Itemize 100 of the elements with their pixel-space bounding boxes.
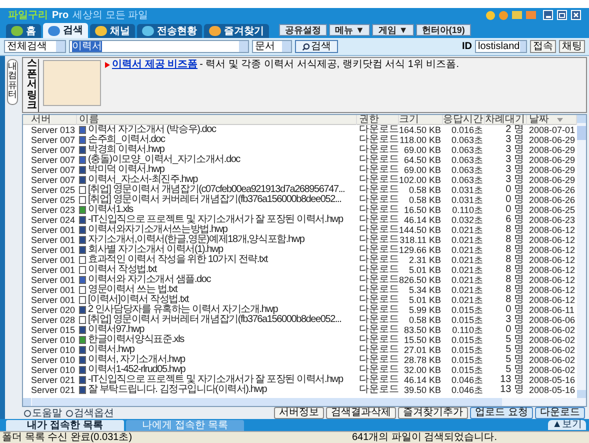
file-name[interactable]: [취업] 영문이력서 커버레터 개념잡기(fb376a156000b8dee052... (88, 195, 342, 205)
table-cell-text: 0.58 KB (408, 195, 442, 205)
file-name[interactable]: -IT신입직으로 프로젝트 및 자기소개서가 잘 포장된 이력서.hwp (88, 215, 343, 225)
table-cell-text: 2008-06-29 (528, 145, 576, 155)
tab-icon (11, 26, 23, 36)
file-name[interactable]: 효과적인 이력서 작성을 위한 10가지 전략.txt (88, 255, 268, 265)
table-cell-text: Server 007 (30, 165, 76, 175)
menu-button[interactable]: 게임 ▼ (372, 24, 414, 36)
tab[interactable]: 채널 (90, 24, 135, 38)
table-cell-text: 39.50 KB (402, 385, 442, 395)
table-cell-text: 0.021초 (450, 245, 484, 255)
table-cell-text: Server 010 (30, 335, 76, 345)
file-name[interactable]: (충돌)이모양_이력서_자기소개서.doc (88, 155, 240, 165)
side-tab[interactable]: 내컴퓨터 (7, 59, 18, 105)
file-name[interactable]: [이력서]이력서 작성법.txt (88, 295, 188, 305)
file-name[interactable]: 박경희 이력서.hwp (88, 145, 164, 155)
action-button[interactable]: 업로드 요청 (470, 407, 533, 419)
action-button[interactable]: 즐겨찾기추가 (398, 407, 468, 419)
action-button[interactable]: 서버정보 (274, 407, 324, 419)
table-cell-text: Server 001 (30, 275, 76, 285)
file-name[interactable]: 회사별 자기소개서 이력서(1).hwp (88, 245, 223, 255)
sponsor-text: - 력서 및 각종 이력서 서식제공, 랭키닷컴 서식 1위 비즈폼. (200, 59, 460, 70)
file-name[interactable]: [취업] 영문이력서 커버레터 개념잡기(fb376a156000b8dee052... (88, 315, 342, 325)
file-name[interactable]: 이력서97.hwp (88, 325, 144, 335)
table-cell-text: Server 021 (30, 385, 76, 395)
tab[interactable]: 검색 (43, 23, 88, 38)
menu-button[interactable]: 헌터아(19) (416, 24, 471, 36)
file-name[interactable]: 영문이력서 쓰는 법.txt (88, 285, 178, 295)
action-button[interactable]: 다운로드 (535, 407, 585, 419)
tab[interactable]: 전송현황 (137, 24, 202, 38)
column-header[interactable]: 차례대기 (485, 115, 527, 125)
table-cell-text: 8 명 (504, 265, 525, 275)
ad-thumbnail[interactable] (43, 60, 101, 106)
table-cell-text: 0.063초 (450, 155, 484, 165)
table-cell-text: 3 명 (504, 315, 525, 325)
table-cell-text: 0 명 (504, 305, 525, 315)
column-header[interactable]: 서버 (23, 115, 77, 125)
table-cell-text: 28.78 KB (402, 355, 442, 365)
table-cell-text: 0.031초 (450, 185, 484, 195)
table-cell-text: 6 명 (504, 215, 525, 225)
column-header[interactable]: 응답시간 (443, 115, 485, 125)
table-cell-text: 8 명 (504, 295, 525, 305)
table-cell-text: 다운로드 (358, 275, 399, 285)
file-name[interactable]: -IT신입직으로 프로젝트 및 자기소개서가 잘 포장된 이력서.hwp (88, 375, 343, 385)
arrow-icon (105, 62, 110, 68)
scope-select[interactable]: 전체검색 (4, 40, 66, 53)
table-cell-text: 2008-06-02 (528, 345, 576, 355)
table-cell-text: 다운로드 (358, 245, 399, 255)
file-name[interactable]: 잘 부탁드립니다. 김정구입니다(이력서).hwp (88, 385, 267, 395)
tab[interactable]: 즐겨찾기 (204, 24, 269, 38)
tab[interactable]: 홈 (6, 24, 41, 38)
close-button[interactable] (571, 10, 581, 20)
file-name[interactable]: 이력서와자기소개서쓰는방법.hwp (88, 225, 228, 235)
id-select[interactable]: lostisland (475, 40, 527, 53)
table-cell-text: 16.50 KB (402, 205, 442, 215)
file-name[interactable]: 이력서와 자기소개서 샘플.doc (88, 275, 211, 285)
table-cell-text: 2008-06-02 (528, 325, 576, 335)
list-tab[interactable]: 내가 접속한 목록 (6, 420, 124, 431)
search-field[interactable]: 이력서 (69, 40, 249, 53)
file-name[interactable]: 이력서.hwp (88, 345, 134, 355)
table-cell-text: Server 010 (30, 365, 76, 375)
table-cell-text: 다운로드 (358, 225, 399, 235)
file-name[interactable]: 한글이력서양식표준.xls (88, 335, 184, 345)
table-cell-text: 2008-06-29 (528, 155, 576, 165)
table-cell-text: 2008-05-16 (528, 375, 576, 385)
file-name[interactable]: 손주희_이력서.doc (88, 135, 165, 145)
search-button[interactable]: 검색 (295, 40, 338, 53)
text-document-icon (79, 326, 86, 334)
vertical-scrollbar[interactable] (577, 115, 586, 398)
connect-button[interactable]: 접속 (530, 40, 556, 53)
file-name[interactable]: 이력서 작성법.txt (88, 265, 156, 275)
text-document-icon (79, 146, 86, 154)
sponsor-link[interactable]: 이력서 제공 비즈폼 (112, 59, 198, 70)
table-cell-text: 0 명 (504, 195, 525, 205)
table-cell-text: 0.016초 (450, 125, 484, 135)
column-header[interactable]: 크기 (399, 115, 443, 125)
horizontal-scrollbar[interactable] (23, 398, 586, 406)
type-select[interactable]: 문서 (252, 40, 292, 53)
table-cell-text: 83.50 KB (402, 325, 442, 335)
view-button[interactable]: ▲보기 (548, 420, 586, 430)
file-name[interactable]: 박미덕 이력서.hwp (88, 165, 164, 175)
table-cell-text: 다운로드 (358, 325, 399, 335)
action-button[interactable]: 검색결과삭제 (326, 407, 396, 419)
file-name[interactable]: 이력서1.xls (88, 205, 133, 215)
file-name[interactable]: 자기소개서,이력서(한글,영문)예제18개,양식포함.hwp (88, 235, 304, 245)
menu-button[interactable]: 공유설정 (279, 24, 327, 36)
help-link[interactable]: 도움말 (24, 408, 62, 418)
table-cell-text: 8 명 (504, 245, 525, 255)
file-name[interactable]: [취업] 영문이력서 개념잡기(c07cfeb00ea921913d7a268956747... (88, 185, 345, 195)
file-name[interactable]: 이력서, 자기소개서.hwp (88, 355, 185, 365)
file-name[interactable]: 이력서_자소서-최진주.hwp (88, 175, 198, 185)
file-name[interactable]: 이력서1-452-rlrud05.hwp (88, 365, 186, 375)
table-cell-text: 13 명 (499, 375, 525, 385)
file-name[interactable]: 2 인사담당자를 유혹하는 이력서 자기소개.hwp (88, 305, 278, 315)
column-header[interactable]: 권한 (357, 115, 399, 125)
chat-button[interactable]: 채팅 (559, 40, 585, 53)
maximize-button[interactable] (557, 10, 567, 20)
menu-button[interactable]: 메뉴 ▼ (329, 24, 370, 36)
minimize-button[interactable] (543, 10, 553, 20)
help-link[interactable]: 검색옵션 (66, 408, 114, 418)
